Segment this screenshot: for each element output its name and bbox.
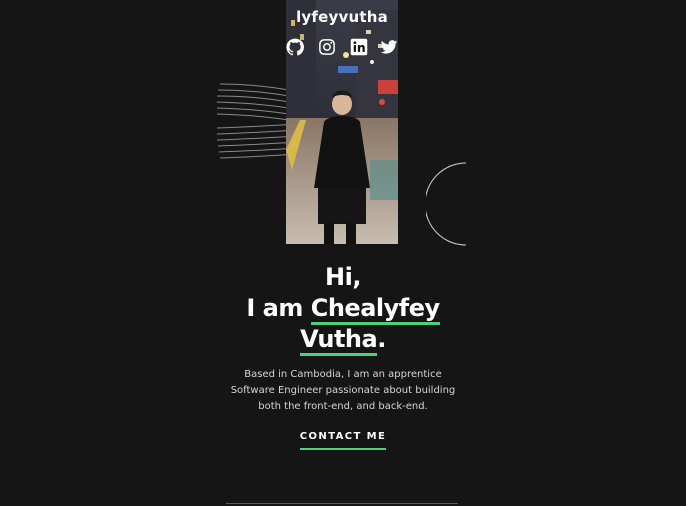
portfolio-page: lyfeyvutha Hi, I am Chealyfey Vutha. Bas… xyxy=(0,0,686,506)
intro-line: Software Engineer passionate about build… xyxy=(230,385,456,396)
intro-name-line: I am Chealyfey xyxy=(193,293,493,325)
profile-photo xyxy=(286,0,398,244)
section-divider xyxy=(226,503,458,504)
decorative-arc-right xyxy=(426,162,467,246)
intro-line: both the front-end, and back-end. xyxy=(258,401,428,412)
hero-headline: Hi, I am Chealyfey Vutha. xyxy=(193,262,493,356)
twitter-link[interactable] xyxy=(380,38,398,56)
first-name: Chealyfey xyxy=(310,294,440,325)
instagram-link[interactable] xyxy=(318,38,336,56)
social-links xyxy=(280,38,404,58)
decorative-rings-left xyxy=(216,83,300,159)
instagram-icon xyxy=(319,39,335,55)
twitter-icon xyxy=(380,40,398,54)
linkedin-icon xyxy=(350,38,368,56)
lead-text: I am xyxy=(246,294,303,322)
github-icon xyxy=(286,38,304,56)
intro-line: Based in Cambodia, I am an apprentice xyxy=(244,369,442,380)
last-name-line: Vutha. xyxy=(193,324,493,356)
intro-paragraph: Based in Cambodia, I am an apprentice So… xyxy=(213,367,473,415)
contact-me-button[interactable]: CONTACT ME xyxy=(293,431,393,450)
greeting: Hi, xyxy=(325,263,361,291)
github-link[interactable] xyxy=(286,38,304,56)
last-name: Vutha xyxy=(300,325,378,356)
contact-me-label: CONTACT ME xyxy=(299,431,387,450)
name-period: . xyxy=(377,325,386,353)
brand-logo-text[interactable]: lyfeyvutha xyxy=(286,8,398,26)
linkedin-link[interactable] xyxy=(350,38,368,56)
